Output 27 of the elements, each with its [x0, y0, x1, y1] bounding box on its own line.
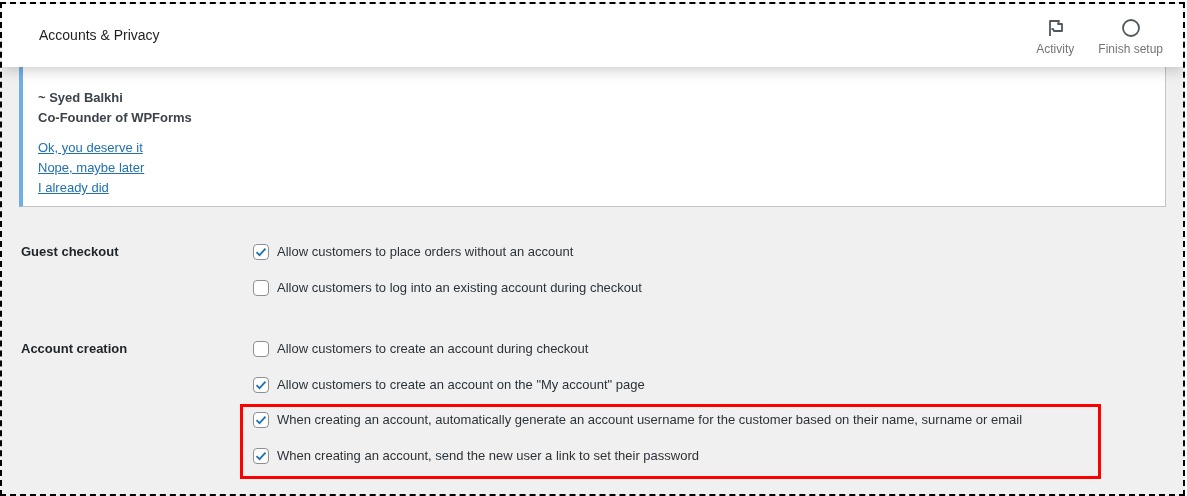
checkbox[interactable] — [253, 341, 269, 357]
checkbox[interactable] — [253, 377, 269, 393]
checkbox[interactable] — [253, 448, 269, 464]
checkbox[interactable] — [253, 412, 269, 428]
checkbox[interactable] — [253, 280, 269, 296]
check-icon — [254, 449, 268, 463]
header-button[interactable]: Activity — [1024, 13, 1087, 58]
page-title: Accounts & Privacy — [39, 26, 161, 45]
checkbox-label: Allow customers to create an account on the "My account" page — [277, 376, 645, 395]
checkbox-label: When creating an account, send the new user a link to set their password — [277, 447, 699, 466]
circle-icon — [1120, 17, 1141, 38]
author-role: Co-Founder of WPForms — [38, 109, 192, 127]
notice-link[interactable]: Ok, you deserve it — [38, 138, 143, 158]
section-label: Guest checkout — [21, 244, 119, 259]
header-button[interactable]: Finish setup — [1086, 13, 1175, 58]
section-label: Account creation — [21, 341, 128, 356]
checkbox-label: Allow customers to log into an existing account during checkout — [277, 279, 642, 298]
check-icon — [254, 245, 268, 259]
checkbox-label: Allow customers to create an account during checkout — [277, 340, 589, 359]
author-name: ~ Syed Balkhi — [38, 89, 123, 107]
checkbox-label: Allow customers to place orders without an account — [277, 243, 574, 262]
checkbox-label: When creating an account, automatically generate an account username for the customer based on their name, surname or email — [277, 411, 1023, 430]
checkbox[interactable] — [253, 244, 269, 260]
check-icon — [254, 378, 268, 392]
check-icon — [254, 413, 268, 427]
notice-link[interactable]: Nope, maybe later — [38, 158, 145, 178]
notice-link[interactable]: I already did — [38, 178, 109, 198]
